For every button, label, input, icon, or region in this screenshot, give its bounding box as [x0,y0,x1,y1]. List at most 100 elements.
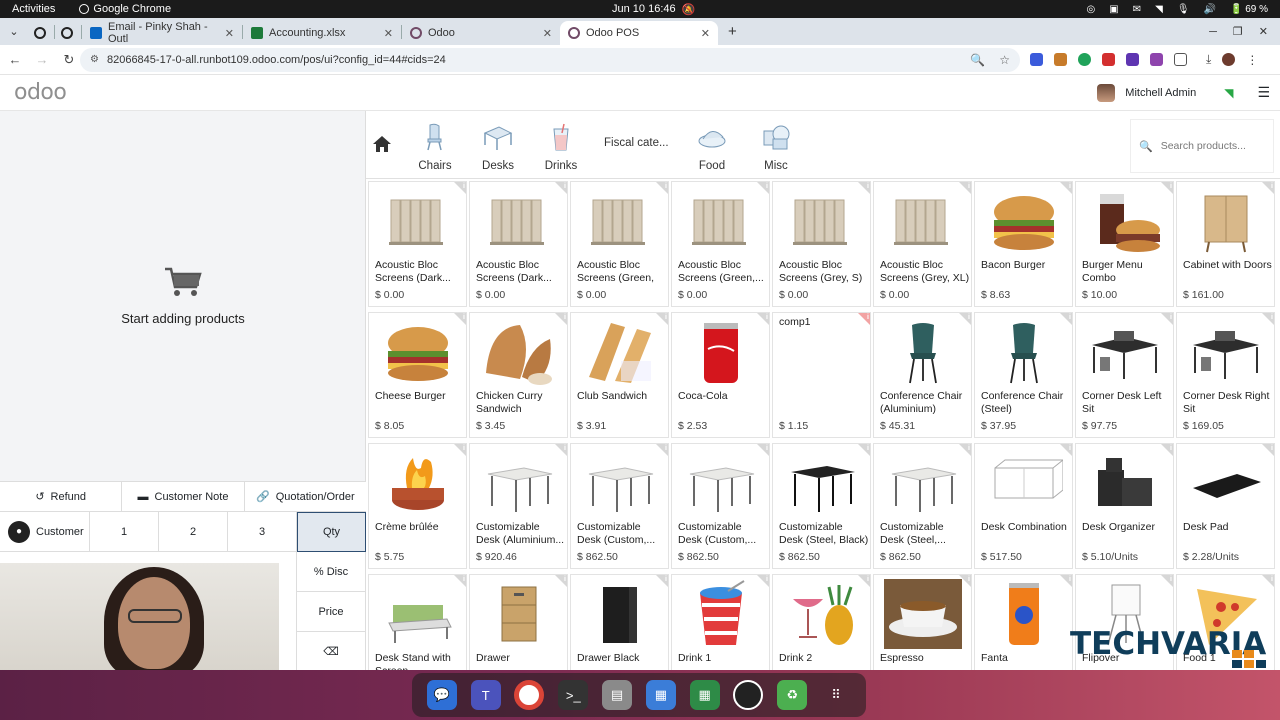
spreadsheet-icon[interactable]: ▦ [689,680,720,710]
chrome-icon[interactable] [514,680,545,710]
minimize-icon[interactable]: ─ [1209,26,1217,38]
close-icon[interactable]: ✕ [701,27,710,40]
product-card[interactable]: i Customizable Desk (Aluminium... $ 920.46 [469,443,568,569]
tab-odoo-pos[interactable]: Odoo POS ✕ [560,21,718,45]
backspace-button[interactable]: ⌫ [297,632,366,672]
product-card[interactable]: i Drink 2 [772,574,871,670]
product-card[interactable]: i Coca-Cola $ 2.53 [671,312,770,438]
tab-accounting[interactable]: Accounting.xlsx ✕ [243,21,401,45]
product-card[interactable]: i Acoustic Bloc Screens (Green,... $ 0.00 [671,181,770,307]
product-card[interactable]: i Acoustic Bloc Screens (Grey, S) $ 0.00 [772,181,871,307]
category-fiscal[interactable]: Fiscal cate... [604,137,669,149]
close-icon[interactable]: ✕ [384,27,393,40]
product-card[interactable]: i Customizable Desk (Steel, Black) $ 862.5… [772,443,871,569]
product-card[interactable]: i Desk Combination $ 517.50 [974,443,1073,569]
product-card[interactable]: i Club Sandwich $ 3.91 [570,312,669,438]
reload-icon[interactable]: ↻ [57,52,81,68]
product-card[interactable]: i Crème brûlée $ 5.75 [368,443,467,569]
clock[interactable]: Jun 10 16:46 🔕 [612,3,695,16]
product-card[interactable]: i Cabinet with Doors $ 161.00 [1176,181,1275,307]
refund-button[interactable]: ↺ Refund [0,482,123,511]
close-window-icon[interactable]: ✕ [1259,25,1268,38]
app-menu[interactable]: Google Chrome [79,3,171,15]
hamburger-menu-icon[interactable]: ☰ [1257,84,1270,101]
download-icon[interactable]: ⤓ [1206,52,1211,67]
customer-button[interactable]: ● Customer [0,512,90,552]
extension-icon[interactable] [1150,53,1163,66]
discount-mode-button[interactable]: % Disc [297,552,366,592]
product-card[interactable]: i Customizable Desk (Steel,... $ 862.50 [873,443,972,569]
numpad-key-1[interactable]: 1 [90,512,159,552]
product-card[interactable]: i Acoustic Bloc Screens (Grey, XL) $ 0.00 [873,181,972,307]
tab-search-icon[interactable]: ⌄ [0,18,28,45]
product-card[interactable]: i Burger Menu Combo $ 10.00 [1075,181,1174,307]
category-food[interactable]: Food [682,123,742,172]
customer-note-button[interactable]: ▬ Customer Note [122,482,245,511]
qty-mode-button[interactable]: Qty [297,512,366,552]
obs-icon[interactable] [733,680,764,710]
user-name[interactable]: Mitchell Admin [1125,87,1196,99]
profile-avatar[interactable] [1222,53,1236,66]
extension-icon[interactable] [1102,53,1115,66]
terminal-icon[interactable]: >_ [558,680,589,710]
product-card[interactable]: i Fanta [974,574,1073,670]
tab-email[interactable]: Email - Pinky Shah - Outl ✕ [82,21,242,45]
product-card[interactable]: iAcoustic Bloc Screens (Green, S)$ 0.00 [570,181,669,307]
product-card[interactable]: i Customizable Desk (Custom,... $ 862.50 [570,443,669,569]
avatar[interactable] [1097,83,1116,102]
close-icon[interactable]: ✕ [543,27,552,40]
numpad-key-2[interactable]: 2 [159,512,228,552]
zoom-icon[interactable]: 🔍 [970,53,985,67]
extension-icon[interactable] [1078,53,1091,66]
tab-pinned-1[interactable] [28,21,54,45]
product-card[interactable]: i Bacon Burger $ 8.63 [974,181,1073,307]
product-card[interactable]: i Drawer [469,574,568,670]
product-card[interactable]: i Acoustic Bloc Screens (Dark... $ 0.00 [469,181,568,307]
extension-icon[interactable] [1054,53,1067,66]
teams-icon[interactable]: T [470,680,501,710]
restore-icon[interactable]: ❐ [1233,25,1243,38]
star-icon[interactable]: ☆ [999,53,1010,67]
chat-app-icon[interactable]: 💬 [426,680,457,710]
product-card[interactable]: iDesk Stand with Screen [368,574,467,670]
category-chairs[interactable]: Chairs [405,123,465,172]
app-grid-icon[interactable]: ⠿ [821,680,851,710]
numpad-key-3[interactable]: 3 [228,512,297,552]
product-card[interactable]: i Customizable Desk (Custom,... $ 862.50 [671,443,770,569]
product-card[interactable]: i Corner Desk Left Sit $ 97.75 [1075,312,1174,438]
close-icon[interactable]: ✕ [225,27,234,40]
product-card[interactable]: i Drink 1 [671,574,770,670]
tab-pinned-2[interactable] [55,21,81,45]
forward-icon[interactable]: → [30,52,54,67]
system-tray[interactable]: ◎ ▣ ✉ ◥ 🎙 🔊 🔋 69 % [1087,4,1268,15]
product-card[interactable]: i Desk Organizer $ 5.10/Units [1075,443,1174,569]
product-card[interactable]: i Conference Chair (Steel) $ 37.95 [974,312,1073,438]
home-icon[interactable] [372,135,392,153]
product-card[interactable]: i Desk Pad $ 2.28/Units [1176,443,1275,569]
product-card[interactable]: i Corner Desk Right Sit $ 169.05 [1176,312,1275,438]
search-box[interactable]: 🔍 [1130,119,1274,173]
odoo-logo[interactable]: odoo [14,80,67,105]
extension-icon[interactable] [1126,53,1139,66]
new-tab-button[interactable]: + [728,23,737,40]
product-card[interactable]: i Chicken Curry Sandwich $ 3.45 [469,312,568,438]
quotation-order-button[interactable]: 🔗 Quotation/Order [245,482,366,511]
puzzle-icon[interactable] [1174,53,1187,66]
category-desks[interactable]: Desks [468,123,528,172]
product-card[interactable]: i comp1 $ 1.15 [772,312,871,438]
tab-odoo[interactable]: Odoo ✕ [402,21,560,45]
product-card[interactable]: i Acoustic Bloc Screens (Dark... $ 0.00 [368,181,467,307]
price-mode-button[interactable]: Price [297,592,366,632]
category-drinks[interactable]: Drinks [531,123,591,172]
product-card[interactable]: i Conference Chair (Aluminium) $ 45.31 [873,312,972,438]
address-bar[interactable]: ⚙ 82066845-17-0-all.runbot109.odoo.com/p… [80,47,1020,72]
search-input[interactable] [1160,140,1271,152]
product-card[interactable]: i Espresso [873,574,972,670]
extension-icon[interactable] [1030,53,1043,66]
trash-icon[interactable]: ♻ [777,680,808,710]
site-info-icon[interactable]: ⚙ [90,54,99,65]
document-icon[interactable]: ▦ [645,680,676,710]
files-icon[interactable]: ▤ [602,680,633,710]
connection-icon[interactable]: ◥ [1224,86,1233,100]
category-misc[interactable]: Misc [746,123,806,172]
